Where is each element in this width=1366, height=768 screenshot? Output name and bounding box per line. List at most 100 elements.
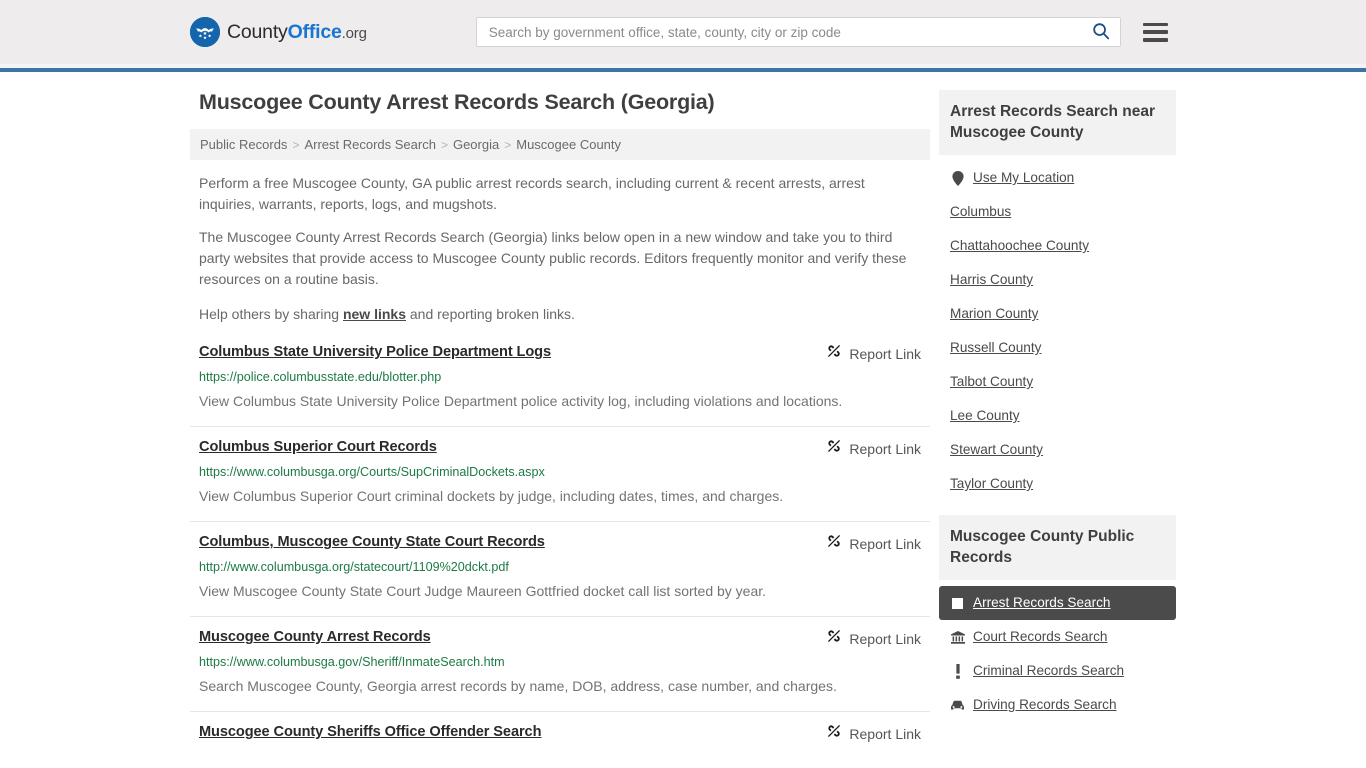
sidebar-nearby-item[interactable]: Use My Location xyxy=(939,161,1176,195)
page-body: Muscogee County Arrest Records Search (G… xyxy=(0,72,1366,756)
sidebar-nearby-item-label: Chattahoochee County xyxy=(950,238,1090,253)
broken-link-icon xyxy=(826,533,842,554)
public-records-list: Arrest Records Search Court Records Searc… xyxy=(939,580,1176,722)
result-title-link[interactable]: Columbus State University Police Departm… xyxy=(199,343,551,362)
result-title-link[interactable]: Muscogee County Arrest Records xyxy=(199,628,431,647)
result-description: View Muscogee County State Court Judge M… xyxy=(199,583,767,599)
breadcrumb-item-public-records[interactable]: Public Records xyxy=(200,137,287,152)
search-input[interactable] xyxy=(486,23,1090,41)
intro-text-before-link: Help others by sharing xyxy=(199,306,343,322)
car-icon xyxy=(950,700,965,711)
sidebar-nearby-item-label: Talbot County xyxy=(950,374,1034,389)
broken-link-icon xyxy=(826,628,842,649)
sidebar-record-item-label: Driving Records Search xyxy=(973,697,1117,712)
sidebar-nearby-item[interactable]: Russell County xyxy=(939,331,1176,365)
breadcrumb-item-muscogee-county: Muscogee County xyxy=(516,137,622,152)
result-item: Columbus State University Police Departm… xyxy=(190,337,930,426)
sidebar-nearby-item-label: Use My Location xyxy=(973,170,1075,185)
sidebar-nearby-item[interactable]: Harris County xyxy=(939,263,1176,297)
breadcrumb-item-arrest-records-search[interactable]: Arrest Records Search xyxy=(304,137,436,152)
white-square-icon xyxy=(950,597,965,609)
report-link-button[interactable]: Report Link xyxy=(826,723,921,744)
intro-paragraph-3: Help others by sharing new links and rep… xyxy=(199,304,921,325)
report-link-button[interactable]: Report Link xyxy=(826,438,921,459)
intro-text-after-link: and reporting broken links. xyxy=(406,306,575,322)
new-links-link[interactable]: new links xyxy=(343,306,406,322)
sidebar-nearby-item[interactable]: Lee County xyxy=(939,399,1176,433)
sidebar-nearby-item[interactable]: Talbot County xyxy=(939,365,1176,399)
results-list: Columbus State University Police Departm… xyxy=(190,337,930,756)
breadcrumb-separator: > xyxy=(292,137,300,152)
logo-text-county: County xyxy=(227,20,288,43)
sidebar-nearby-item-label: Russell County xyxy=(950,340,1042,355)
eagle-shield-logo-icon xyxy=(190,17,220,47)
result-description: Search Muscogee County, Georgia arrest r… xyxy=(199,678,837,694)
report-link-button[interactable]: Report Link xyxy=(826,343,921,364)
sidebar-record-item-label: Arrest Records Search xyxy=(973,595,1111,610)
result-item: Muscogee County Arrest Records Report Lin… xyxy=(190,616,930,711)
result-header: Columbus Superior Court Records Report Li… xyxy=(199,438,921,459)
sidebar-nearby-item[interactable]: Taylor County xyxy=(939,467,1176,501)
sidebar: Arrest Records Search near Muscogee Coun… xyxy=(939,90,1176,756)
sidebar-record-item[interactable]: Driving Records Search xyxy=(939,688,1176,722)
report-link-button[interactable]: Report Link xyxy=(826,628,921,649)
search-container xyxy=(475,17,1121,47)
logo-wordmark: CountyOffice.org xyxy=(227,21,367,44)
sidebar-nearby-item[interactable]: Columbus xyxy=(939,195,1176,229)
sidebar-nearby-item-label: Harris County xyxy=(950,272,1034,287)
hamburger-bar-1 xyxy=(1142,22,1168,26)
nearby-searches-card: Arrest Records Search near Muscogee Coun… xyxy=(939,90,1176,501)
report-link-label: Report Link xyxy=(849,535,921,552)
sidebar-record-item-label: Court Records Search xyxy=(973,629,1108,644)
breadcrumb: Public Records > Arrest Records Search >… xyxy=(190,129,930,160)
sidebar-nearby-item[interactable]: Stewart County xyxy=(939,433,1176,467)
white-square-icon xyxy=(952,597,963,609)
nearby-searches-heading: Arrest Records Search near Muscogee Coun… xyxy=(939,90,1176,155)
sidebar-nearby-item-label: Marion County xyxy=(950,306,1039,321)
result-header: Columbus, Muscogee County State Court Re… xyxy=(199,533,921,554)
hamburger-bar-3 xyxy=(1142,38,1168,42)
public-records-heading: Muscogee County Public Records xyxy=(939,515,1176,580)
site-header: CountyOffice.org xyxy=(0,0,1366,64)
nearby-searches-list: Use My Location Columbus Chattahoochee Cou… xyxy=(939,155,1176,501)
result-title-link[interactable]: Muscogee County Sheriffs Office Offender… xyxy=(199,723,541,742)
breadcrumb-separator: > xyxy=(504,137,512,152)
result-item: Columbus, Muscogee County State Court Re… xyxy=(190,521,930,616)
broken-link-icon xyxy=(826,723,842,744)
result-header: Muscogee County Sheriffs Office Offender… xyxy=(199,723,921,744)
sidebar-nearby-item[interactable]: Chattahoochee County xyxy=(939,229,1176,263)
result-url[interactable]: https://www.columbusga.gov/Sheriff/Inmat… xyxy=(199,655,921,670)
intro-paragraph-2: The Muscogee County Arrest Records Searc… xyxy=(199,229,907,287)
result-url[interactable]: http://www.columbusga.org/statecourt/110… xyxy=(199,560,921,575)
sidebar-record-item[interactable]: Court Records Search xyxy=(939,620,1176,654)
hamburger-menu-icon[interactable] xyxy=(1142,22,1168,42)
result-url[interactable]: https://www.columbusga.org/Courts/SupCri… xyxy=(199,465,921,480)
site-logo[interactable]: CountyOffice.org xyxy=(190,17,367,47)
column-gap xyxy=(930,90,939,756)
search-button[interactable] xyxy=(1090,22,1112,43)
sidebar-nearby-item-label: Columbus xyxy=(950,204,1012,219)
result-description: View Columbus State University Police De… xyxy=(199,393,843,409)
breadcrumb-item-georgia[interactable]: Georgia xyxy=(453,137,499,152)
logo-text-office: Office xyxy=(287,20,342,43)
result-description: View Columbus Superior Court criminal do… xyxy=(199,488,784,504)
result-header: Muscogee County Arrest Records Report Lin… xyxy=(199,628,921,649)
report-link-label: Report Link xyxy=(849,725,921,742)
sidebar-record-item[interactable]: Criminal Records Search xyxy=(939,654,1176,688)
result-title-link[interactable]: Columbus, Muscogee County State Court Re… xyxy=(199,533,545,552)
result-url[interactable]: https://police.columbusstate.edu/blotter… xyxy=(199,370,921,385)
search-box[interactable] xyxy=(475,17,1121,47)
sidebar-record-item-label: Criminal Records Search xyxy=(973,663,1125,678)
result-title-link[interactable]: Columbus Superior Court Records xyxy=(199,438,437,457)
result-item: Columbus Superior Court Records Report Li… xyxy=(190,426,930,521)
sidebar-record-item[interactable]: Arrest Records Search xyxy=(939,586,1176,620)
report-link-label: Report Link xyxy=(849,630,921,647)
intro-paragraph-1: Perform a free Muscogee County, GA publi… xyxy=(199,175,865,212)
page-title: Muscogee County Arrest Records Search (G… xyxy=(199,90,715,114)
main-column: Muscogee County Arrest Records Search (G… xyxy=(190,90,930,756)
report-link-label: Report Link xyxy=(849,440,921,457)
sidebar-nearby-item[interactable]: Marion County xyxy=(939,297,1176,331)
breadcrumb-separator: > xyxy=(440,137,448,152)
report-link-button[interactable]: Report Link xyxy=(826,533,921,554)
exclamation-icon xyxy=(950,663,965,679)
